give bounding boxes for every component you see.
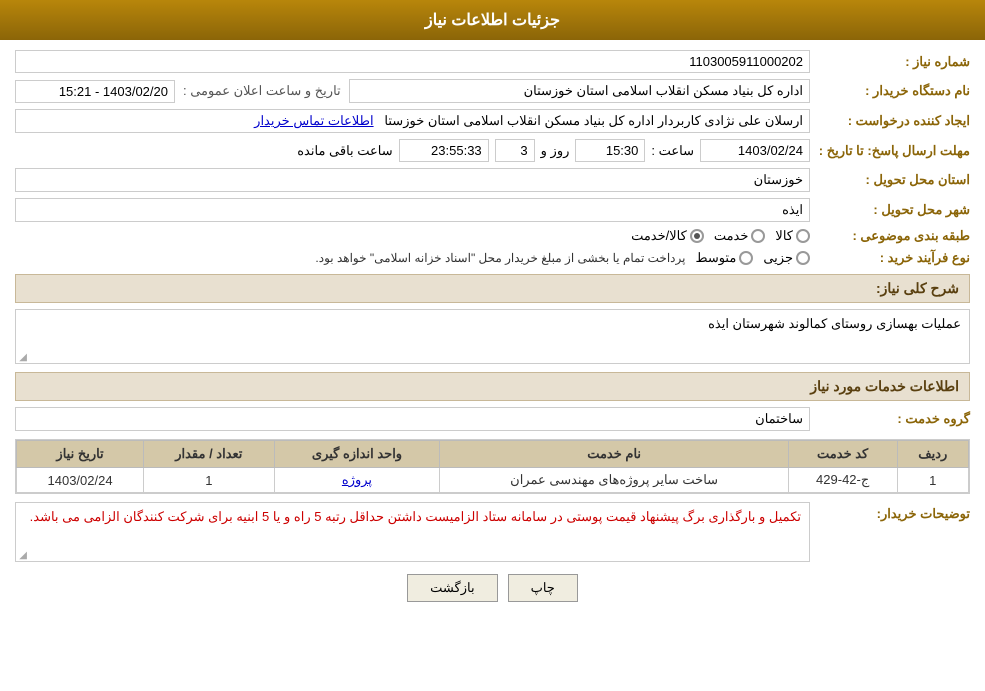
need-number-label: شماره نیاز :	[810, 54, 970, 70]
page-title: جزئیات اطلاعات نیاز	[425, 12, 560, 29]
col-row-num: ردیف	[897, 441, 968, 468]
category-kala-khedmat: کالا/خدمت	[631, 228, 704, 244]
service-group-value: ساختمان	[15, 407, 810, 431]
province-row: استان محل تحویل : خوزستان	[15, 168, 970, 192]
category-kala-khedmat-radio[interactable]	[690, 229, 704, 243]
action-buttons: چاپ بازگشت	[15, 574, 970, 602]
purchase-type-options: جزیی متوسط پرداخت تمام یا بخشی از مبلغ خ…	[15, 250, 810, 266]
category-label: طبقه بندی موضوعی :	[810, 228, 970, 244]
services-table: ردیف کد خدمت نام خدمت واحد اندازه گیری ت…	[15, 439, 970, 494]
cell-service-code: ج-42-429	[788, 468, 897, 493]
need-number-row: شماره نیاز : 1103005911000202	[15, 50, 970, 73]
buyer-notes-row: توضیحات خریدار: تکمیل و بارگذاری برگ پیش…	[15, 502, 970, 562]
purchase-motavasset: متوسط	[695, 250, 753, 266]
city-value: ایذه	[15, 198, 810, 222]
reply-deadline-label: مهلت ارسال پاسخ: تا تاریخ :	[810, 143, 970, 159]
print-button[interactable]: چاپ	[508, 574, 578, 602]
category-kala: کالا	[775, 228, 810, 244]
creator-row: ایجاد کننده درخواست : ارسلان علی نژادی ک…	[15, 109, 970, 133]
buyer-org-label: نام دستگاه خریدار :	[810, 83, 970, 99]
purchase-motavasset-radio[interactable]	[739, 251, 753, 265]
buyer-org-row: نام دستگاه خریدار : اداره کل بنیاد مسکن …	[15, 79, 970, 103]
category-options: کالا خدمت کالا/خدمت	[15, 228, 810, 244]
announce-label: تاریخ و ساعت اعلان عمومی :	[183, 83, 341, 99]
service-group-row: گروه خدمت : ساختمان	[15, 407, 970, 431]
col-service-code: کد خدمت	[788, 441, 897, 468]
page-header: جزئیات اطلاعات نیاز	[0, 0, 985, 40]
service-group-label: گروه خدمت :	[810, 411, 970, 427]
purchase-type-label: نوع فرآیند خرید :	[810, 250, 970, 266]
reply-time-label: ساعت :	[651, 143, 694, 159]
reply-days: 3	[495, 139, 535, 162]
category-khedmat: خدمت	[714, 228, 766, 244]
col-unit: واحد اندازه گیری	[274, 441, 440, 468]
buyer-notes-label: توضیحات خریدار:	[810, 502, 970, 522]
purchase-extra: پرداخت تمام یا بخشی از مبلغ خریدار محل "…	[315, 251, 685, 265]
category-row: طبقه بندی موضوعی : کالا خدمت کالا/خدمت	[15, 228, 970, 244]
col-service-name: نام خدمت	[440, 441, 788, 468]
category-kala-radio[interactable]	[796, 229, 810, 243]
service-info-label: اطلاعات خدمات مورد نیاز	[810, 378, 959, 394]
province-label: استان محل تحویل :	[810, 172, 970, 188]
purchase-type-row: نوع فرآیند خرید : جزیی متوسط پرداخت تمام…	[15, 250, 970, 266]
city-label: شهر محل تحویل :	[810, 202, 970, 218]
buyer-org-value: اداره کل بنیاد مسکن انقلاب اسلامی استان …	[349, 79, 810, 103]
cell-service-name: ساخت سایر پروژه‌های مهندسی عمران	[440, 468, 788, 493]
notes-resize-handle: ◢	[17, 550, 27, 560]
back-button[interactable]: بازگشت	[407, 574, 497, 602]
city-row: شهر محل تحویل : ایذه	[15, 198, 970, 222]
need-desc-section: شرح کلی نیاز:	[15, 274, 970, 303]
col-quantity: تعداد / مقدار	[144, 441, 274, 468]
creator-label: ایجاد کننده درخواست :	[810, 113, 970, 129]
service-info-section: اطلاعات خدمات مورد نیاز	[15, 372, 970, 401]
need-desc-value: عملیات بهسازی روستای کمالوند شهرستان ایذ…	[15, 309, 970, 364]
reply-time: 15:30	[575, 139, 645, 162]
purchase-jozi-radio[interactable]	[796, 251, 810, 265]
cell-quantity: 1	[144, 468, 274, 493]
reply-deadline-row: مهلت ارسال پاسخ: تا تاریخ : 1403/02/24 س…	[15, 139, 970, 162]
purchase-jozi: جزیی	[763, 250, 810, 266]
announce-value: 1403/02/20 - 15:21	[15, 80, 175, 103]
buyer-notes-value: تکمیل و بارگذاری برگ پیشنهاد قیمت پوستی …	[15, 502, 810, 562]
resize-handle: ◢	[17, 352, 27, 362]
reply-date: 1403/02/24	[700, 139, 810, 162]
reply-day-label: روز و	[541, 143, 570, 159]
cell-unit[interactable]: پروژه	[274, 468, 440, 493]
cell-row-num: 1	[897, 468, 968, 493]
category-khedmat-radio[interactable]	[751, 229, 765, 243]
cell-date: 1403/02/24	[17, 468, 144, 493]
reply-remaining: 23:55:33	[399, 139, 489, 162]
creator-value: ارسلان علی نژادی کاربردار اداره کل بنیاد…	[15, 109, 810, 133]
col-date: تاریخ نیاز	[17, 441, 144, 468]
need-desc-label: شرح کلی نیاز:	[876, 280, 959, 296]
province-value: خوزستان	[15, 168, 810, 192]
table-row: 1 ج-42-429 ساخت سایر پروژه‌های مهندسی عم…	[17, 468, 969, 493]
reply-remaining-label: ساعت باقی مانده	[297, 143, 392, 159]
creator-link[interactable]: اطلاعات تماس خریدار	[254, 113, 373, 128]
need-number-value: 1103005911000202	[15, 50, 810, 73]
